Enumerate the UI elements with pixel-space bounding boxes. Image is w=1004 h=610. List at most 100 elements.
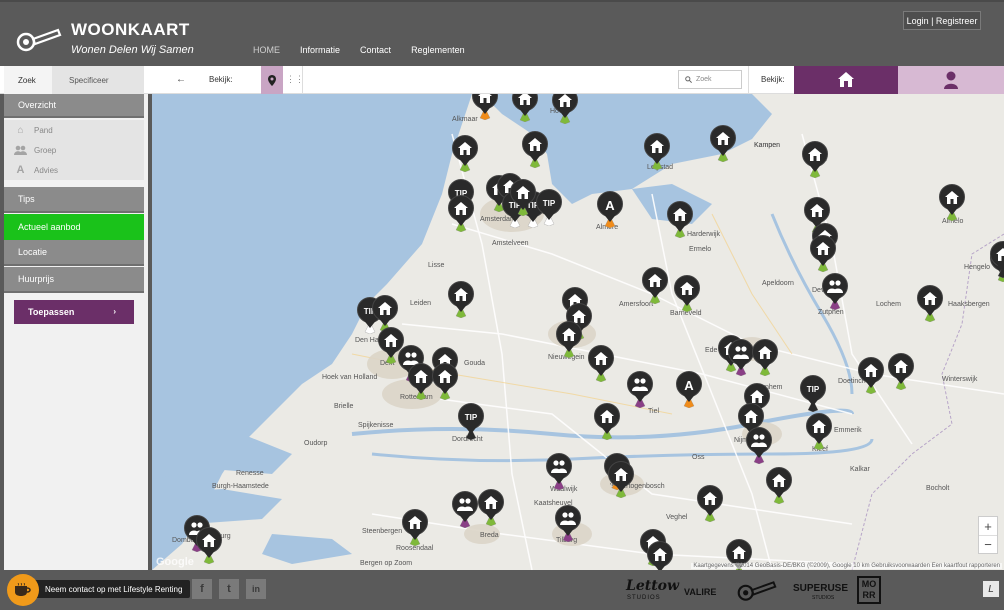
footer: Neem contact op met Lifestyle Renting f … [0, 570, 1004, 610]
house-marker[interactable] [452, 134, 478, 172]
city-label: Bergen op Zoom [360, 560, 413, 567]
map-view-button[interactable] [261, 66, 283, 94]
search-input[interactable]: Zoek [678, 70, 742, 89]
house-marker[interactable] [402, 508, 428, 546]
nav-contact[interactable]: Contact [360, 45, 391, 55]
linkedin-icon[interactable]: in [246, 579, 266, 599]
house-marker[interactable] [608, 460, 634, 498]
house-marker[interactable] [522, 130, 548, 168]
sidebar-tips[interactable]: Tips [4, 187, 144, 213]
nav-reglementen[interactable]: Reglementen [411, 45, 465, 55]
house-marker[interactable] [472, 94, 498, 120]
login-button[interactable]: Login | Registreer [903, 11, 981, 30]
search-placeholder: Zoek [696, 76, 712, 83]
sponsor-lettow[interactable]: Lettow [626, 578, 679, 594]
group-marker[interactable] [546, 452, 572, 490]
house-marker[interactable] [512, 94, 538, 122]
collapse-arrow-icon[interactable]: ← [176, 74, 186, 85]
house-marker[interactable] [647, 540, 673, 570]
group-marker[interactable] [627, 370, 653, 408]
group-marker[interactable] [555, 504, 581, 542]
contact-banner[interactable]: Neem contact op met Lifestyle Renting [35, 580, 191, 598]
house-marker[interactable] [917, 284, 943, 322]
bekijk-label-right: Bekijk: [761, 75, 785, 84]
sponsor-morr[interactable]: MORR [857, 576, 881, 604]
apply-button[interactable]: Toepassen › [14, 300, 134, 324]
sidebar-huurprijs[interactable]: Huurprijs [4, 267, 144, 293]
house-marker[interactable] [858, 356, 884, 394]
city-label: Steenbergen [362, 528, 403, 535]
zoom-in-button[interactable]: + [979, 517, 997, 535]
map-attribution[interactable]: Kaartgegevens ©2014 GeoBasis-DE/BKG (©20… [691, 563, 1002, 569]
advies-icon: A [16, 164, 25, 176]
brand-title: WOONKAART [71, 20, 190, 39]
advies-marker[interactable]: A [597, 190, 623, 228]
map-pin-icon [268, 74, 276, 86]
coffee-icon[interactable] [7, 574, 39, 606]
sponsor-superuse[interactable]: SUPERUSE [793, 583, 848, 594]
city-label: Oss [692, 454, 705, 461]
city-label: Oudorp [304, 440, 328, 447]
house-marker[interactable] [588, 344, 614, 382]
house-marker[interactable] [697, 484, 723, 522]
city-label: Ede [705, 347, 718, 354]
tip-marker[interactable]: TIP [458, 402, 484, 440]
tip-marker[interactable]: TIP [800, 374, 826, 412]
group-marker[interactable] [822, 272, 848, 310]
svg-text:A: A [684, 378, 694, 393]
house-marker[interactable] [710, 124, 736, 162]
city-label: Amstelveen [492, 240, 529, 247]
nav-informatie[interactable]: Informatie [300, 45, 340, 55]
group-marker[interactable] [452, 490, 478, 528]
tip-marker[interactable]: TIP [536, 188, 562, 226]
house-marker[interactable] [888, 352, 914, 390]
twitter-icon[interactable]: t [219, 579, 239, 599]
house-marker[interactable] [752, 338, 778, 376]
group-marker[interactable] [746, 426, 772, 464]
house-marker[interactable] [806, 412, 832, 450]
tab-zoek[interactable]: Zoek [4, 66, 52, 94]
sidebar-overzicht[interactable]: Overzicht [4, 94, 144, 118]
house-marker[interactable] [642, 266, 668, 304]
sidebar-item-advies[interactable]: A Advies [4, 160, 144, 180]
divider [302, 66, 303, 94]
house-marker[interactable] [802, 140, 828, 178]
house-marker[interactable] [552, 94, 578, 124]
nav-home[interactable]: HOME [253, 45, 280, 55]
house-marker[interactable] [448, 280, 474, 318]
house-marker[interactable] [196, 526, 222, 564]
house-marker[interactable] [448, 194, 474, 232]
house-marker[interactable] [594, 402, 620, 440]
house-marker[interactable] [766, 466, 792, 504]
city-label: Burgh-Haamstede [212, 483, 269, 490]
sidebar-locatie[interactable]: Locatie [4, 240, 144, 266]
advies-marker[interactable]: A [676, 370, 702, 408]
house-marker[interactable] [510, 178, 536, 216]
svg-text:TIP: TIP [543, 199, 556, 208]
house-marker[interactable] [408, 362, 434, 400]
house-marker[interactable] [990, 240, 1004, 278]
facebook-icon[interactable]: f [192, 579, 212, 599]
sidebar-item-pand[interactable]: ⌂ Pand [4, 120, 144, 140]
city-label: Gouda [464, 360, 486, 367]
house-marker[interactable] [674, 274, 700, 312]
sidebar-actueel-aanbod[interactable]: Actueel aanbod [4, 214, 144, 240]
map[interactable]: AlkmaarHoornLelystadKampenZwolleAlmeloHe… [152, 94, 1004, 570]
house-marker[interactable] [667, 200, 693, 238]
house-marker[interactable] [810, 234, 836, 272]
sponsor-valire[interactable]: VALIRE [684, 587, 716, 597]
house-marker[interactable] [478, 488, 504, 526]
tab-specificeer[interactable]: Specificeer [52, 66, 144, 94]
house-marker[interactable] [556, 320, 582, 358]
city-label: Breda [480, 532, 499, 539]
house-marker[interactable] [644, 132, 670, 170]
house-marker[interactable] [432, 362, 458, 400]
sidebar-item-groep[interactable]: Groep [4, 140, 144, 160]
group-marker[interactable] [728, 338, 754, 376]
house-marker[interactable] [939, 183, 965, 221]
city-label: Hoek van Holland [322, 374, 378, 381]
zoom-out-button[interactable]: − [979, 535, 997, 553]
logo-icon[interactable] [16, 26, 62, 54]
lifestyle-logo-icon[interactable]: L [983, 581, 999, 597]
bekijk-label-left: Bekijk: [209, 75, 233, 84]
